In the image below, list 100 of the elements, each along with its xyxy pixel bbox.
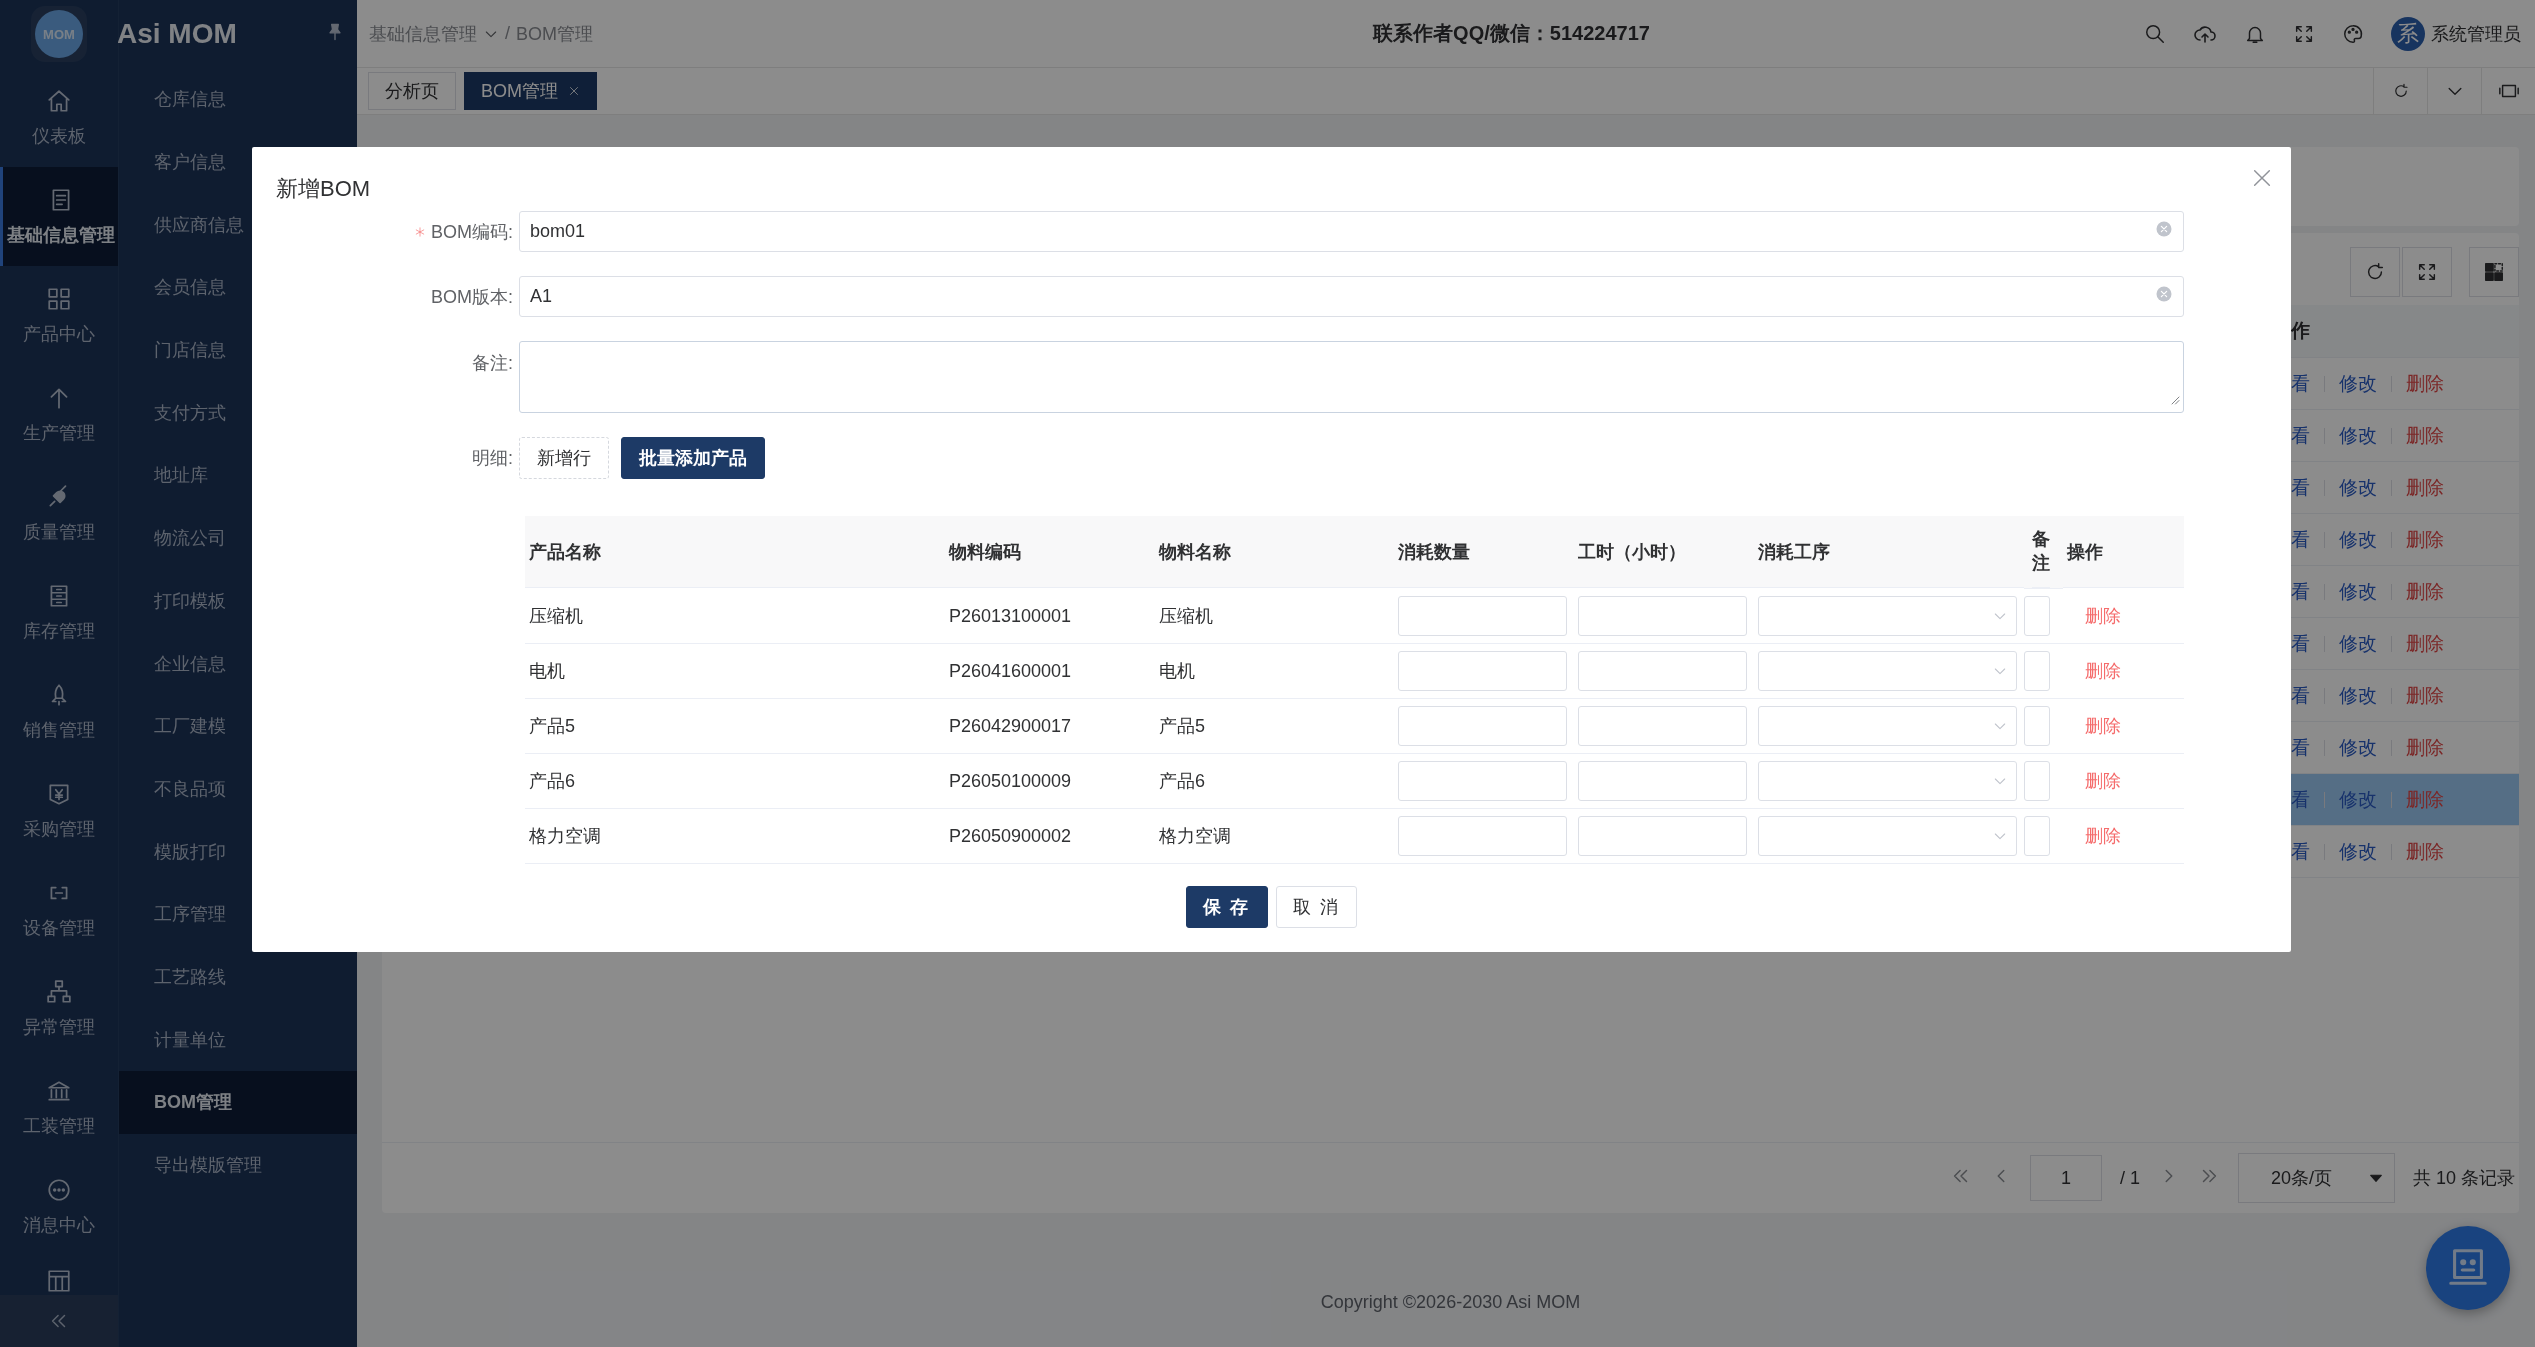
column-header: 消耗工序 <box>1754 516 2024 588</box>
table-cell: P26041600001 <box>949 660 1072 682</box>
edit-link[interactable]: 修改 <box>2339 578 2377 605</box>
delete-link[interactable]: 删除 <box>2406 526 2444 553</box>
column-header: 物料编码 <box>945 516 1155 588</box>
edit-link[interactable]: 修改 <box>2339 786 2377 813</box>
delete-link[interactable]: 删除 <box>2085 824 2121 848</box>
delete-link[interactable]: 删除 <box>2406 838 2444 865</box>
table-cell-text: 产品5 <box>1159 715 1205 738</box>
delete-link[interactable]: 删除 <box>2406 422 2444 449</box>
delete-link[interactable]: 删除 <box>2406 682 2444 709</box>
page-tab[interactable]: 分析页 <box>368 72 456 110</box>
edit-link[interactable]: 修改 <box>2339 734 2377 761</box>
view-link[interactable]: 看 <box>2291 786 2310 813</box>
edit-link[interactable]: 修改 <box>2339 838 2377 865</box>
save-button[interactable]: 保 存 <box>1186 886 1268 928</box>
field-label: BOM版本: <box>431 285 513 309</box>
view-link[interactable]: 看 <box>2291 474 2310 501</box>
nav-item[interactable]: 设备管理 <box>0 860 118 959</box>
user-name[interactable]: 系统管理员 <box>2431 21 2521 46</box>
delete-link[interactable]: 删除 <box>2406 474 2444 501</box>
nav-item[interactable]: 工装管理 <box>0 1058 118 1157</box>
table-cell: P26050100009 <box>949 770 1072 792</box>
field-label: 明细: <box>472 447 513 470</box>
table-cell-text: 格力空调 <box>1159 825 1231 848</box>
nav-item[interactable]: 异常管理 <box>0 959 118 1058</box>
edit-link[interactable]: 修改 <box>2339 682 2377 709</box>
app-name: Asi MOM <box>117 18 237 50</box>
nav-item[interactable]: 基础信息管理 <box>0 167 118 266</box>
field-label: 备注: <box>472 352 513 375</box>
table-cell-text: 产品5 <box>529 715 575 738</box>
column-header: 工时（小时） <box>1574 516 1754 588</box>
breadcrumb-link[interactable]: 基础信息管理 <box>369 21 477 46</box>
nav-item[interactable]: 生产管理 <box>0 365 118 464</box>
nav-item[interactable]: 消息中心 <box>0 1157 118 1256</box>
view-link[interactable]: 看 <box>2291 838 2310 865</box>
submenu-item[interactable]: BOM管理 <box>119 1071 357 1134</box>
contact-text: 联系作者QQ/微信：514224717 <box>1371 21 1651 46</box>
text-field[interactable]: A1 <box>519 276 2184 317</box>
breadcrumb-separator: / <box>505 23 510 44</box>
table-row[interactable]: 看 修改 删除 <box>2291 774 2519 826</box>
nav-item[interactable]: 采购管理 <box>0 761 118 860</box>
submenu-item[interactable]: 导出模版管理 <box>119 1133 357 1197</box>
delete-link[interactable]: 删除 <box>2406 370 2444 397</box>
nav-item[interactable]: 仪表板 <box>0 68 118 167</box>
edit-link[interactable]: 修改 <box>2339 474 2377 501</box>
edit-link[interactable]: 修改 <box>2339 630 2377 657</box>
nav-item[interactable]: 库存管理 <box>0 563 118 662</box>
table-cell: P26050900002 <box>949 825 1072 847</box>
table-cell-text: 电机 <box>529 660 565 683</box>
table-cell-text: 格力空调 <box>529 825 601 848</box>
text-field[interactable]: bom01 <box>519 211 2184 252</box>
detail-button[interactable]: 批量添加产品 <box>621 437 765 479</box>
table-cell: P26013100001 <box>949 605 1072 627</box>
column-header: 备注 <box>2032 516 2050 588</box>
column-header: 操作 <box>2063 516 2184 588</box>
page-input[interactable]: 1 <box>2029 1155 2102 1201</box>
view-link[interactable]: 看 <box>2291 630 2310 657</box>
submenu-item[interactable]: 仓库信息 <box>119 68 357 131</box>
delete-link[interactable]: 删除 <box>2406 734 2444 761</box>
nav-item[interactable]: 产品中心 <box>0 266 118 365</box>
user-avatar[interactable]: 系 <box>2391 16 2425 51</box>
table-cell-text: 压缩机 <box>529 605 583 628</box>
table-cell-text: 产品6 <box>1159 770 1205 793</box>
cancel-button[interactable]: 取 消 <box>1275 886 1357 928</box>
view-link[interactable]: 看 <box>2291 578 2310 605</box>
delete-link[interactable]: 删除 <box>2406 578 2444 605</box>
edit-link[interactable]: 修改 <box>2339 526 2377 553</box>
delete-link[interactable]: 删除 <box>2406 786 2444 813</box>
delete-link[interactable]: 删除 <box>2406 630 2444 657</box>
edit-link[interactable]: 修改 <box>2339 422 2377 449</box>
table-cell-text: 产品6 <box>529 770 575 793</box>
delete-link[interactable]: 删除 <box>2085 714 2121 738</box>
nav-item[interactable]: 销售管理 <box>0 662 118 761</box>
page-tab[interactable]: BOM管理 <box>464 72 597 110</box>
page-count: / 1 <box>2119 1167 2140 1189</box>
view-link[interactable]: 看 <box>2291 422 2310 449</box>
delete-link[interactable]: 删除 <box>2085 604 2121 628</box>
view-link[interactable]: 看 <box>2291 526 2310 553</box>
table-cell-text: 压缩机 <box>1159 605 1213 628</box>
view-link[interactable]: 看 <box>2291 734 2310 761</box>
field-label: BOM编码: <box>431 220 513 244</box>
edit-link[interactable]: 修改 <box>2339 370 2377 397</box>
submenu-item[interactable]: 计量单位 <box>119 1008 357 1071</box>
column-header: 作 <box>2291 319 2310 343</box>
detail-button[interactable]: 新增行 <box>519 437 609 479</box>
copyright-text: Copyright ©2026-2030 Asi MOM <box>1320 1292 1581 1313</box>
page-size-select[interactable]: 20条/页 <box>2237 1153 2395 1203</box>
view-link[interactable]: 看 <box>2291 682 2310 709</box>
column-header: 物料名称 <box>1155 516 1394 588</box>
total-count: 共 10 条记录 <box>2412 1167 2515 1190</box>
submenu-item[interactable]: 工艺路线 <box>119 945 357 1009</box>
view-link[interactable]: 看 <box>2291 370 2310 397</box>
table-cell-text: 电机 <box>1159 660 1195 683</box>
delete-link[interactable]: 删除 <box>2085 659 2121 683</box>
table-cell: P26042900017 <box>949 715 1072 737</box>
breadcrumb-current: BOM管理 <box>516 22 594 46</box>
nav-item[interactable]: 质量管理 <box>0 464 118 563</box>
dialog-title: 新增BOM <box>276 175 372 203</box>
delete-link[interactable]: 删除 <box>2085 769 2121 793</box>
